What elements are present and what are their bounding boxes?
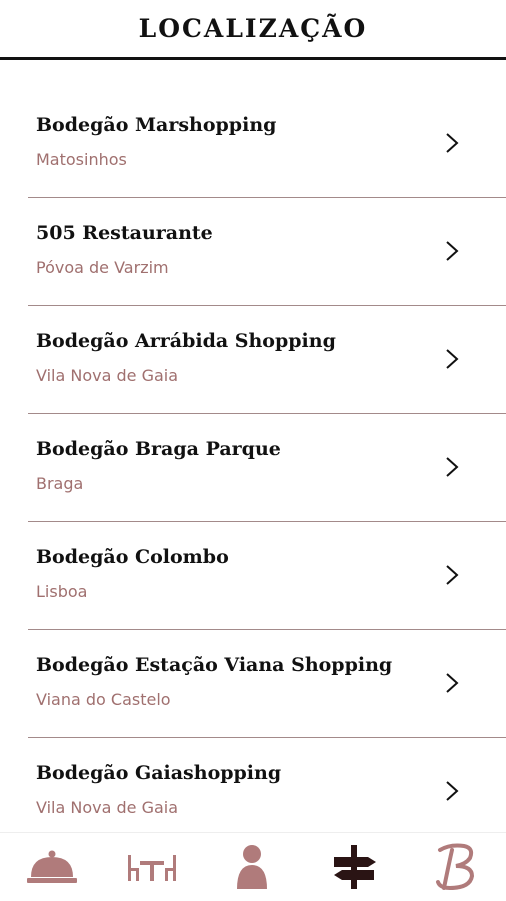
tab-reservations[interactable] xyxy=(122,841,182,893)
location-name: Bodegão Marshopping xyxy=(36,114,277,136)
chevron-right-icon xyxy=(446,673,459,693)
chevron-right-icon xyxy=(446,241,459,261)
person-icon xyxy=(237,845,267,889)
list-item[interactable]: Bodegão Marshopping Matosinhos xyxy=(28,90,506,198)
chevron-right-icon xyxy=(446,565,459,585)
location-name: Bodegão Braga Parque xyxy=(36,438,281,460)
tab-profile[interactable] xyxy=(222,841,282,893)
location-city: Matosinhos xyxy=(36,150,127,169)
tab-location[interactable] xyxy=(324,841,384,893)
location-city: Lisboa xyxy=(36,582,88,601)
location-name: Bodegão Estação Viana Shopping xyxy=(36,654,393,676)
location-city: Póvoa de Varzim xyxy=(36,258,169,277)
chevron-right-icon xyxy=(446,457,459,477)
location-city: Viana do Castelo xyxy=(36,690,171,709)
cloche-icon xyxy=(27,850,77,883)
tab-brand[interactable] xyxy=(426,841,486,893)
location-name: Bodegão Arrábida Shopping xyxy=(36,330,336,352)
chevron-right-icon xyxy=(446,349,459,369)
list-item[interactable]: 505 Restaurante Póvoa de Varzim xyxy=(28,198,506,306)
location-city: Braga xyxy=(36,474,84,493)
location-name: Bodegão Colombo xyxy=(36,546,229,568)
signpost-icon xyxy=(334,845,376,889)
tab-menu[interactable] xyxy=(22,841,82,893)
list-item[interactable]: Bodegão Arrábida Shopping Vila Nova de G… xyxy=(28,306,506,414)
location-name: 505 Restaurante xyxy=(36,222,213,244)
list-item[interactable]: Bodegão Gaiashopping Vila Nova de Gaia xyxy=(28,738,506,846)
chevron-right-icon xyxy=(446,133,459,153)
page-title: LOCALIZAÇÃO xyxy=(138,14,368,43)
b-logo-icon xyxy=(436,843,475,891)
location-list: Bodegão Marshopping Matosinhos 505 Resta… xyxy=(0,90,506,846)
location-name: Bodegão Gaiashopping xyxy=(36,762,282,784)
list-item[interactable]: Bodegão Braga Parque Braga xyxy=(28,414,506,522)
table-icon xyxy=(128,855,176,881)
location-city: Vila Nova de Gaia xyxy=(36,798,179,817)
header: LOCALIZAÇÃO xyxy=(0,0,506,60)
location-city: Vila Nova de Gaia xyxy=(36,366,179,385)
bottom-tab-bar xyxy=(0,832,506,901)
chevron-right-icon xyxy=(446,781,459,801)
list-item[interactable]: Bodegão Colombo Lisboa xyxy=(28,522,506,630)
list-item[interactable]: Bodegão Estação Viana Shopping Viana do … xyxy=(28,630,506,738)
